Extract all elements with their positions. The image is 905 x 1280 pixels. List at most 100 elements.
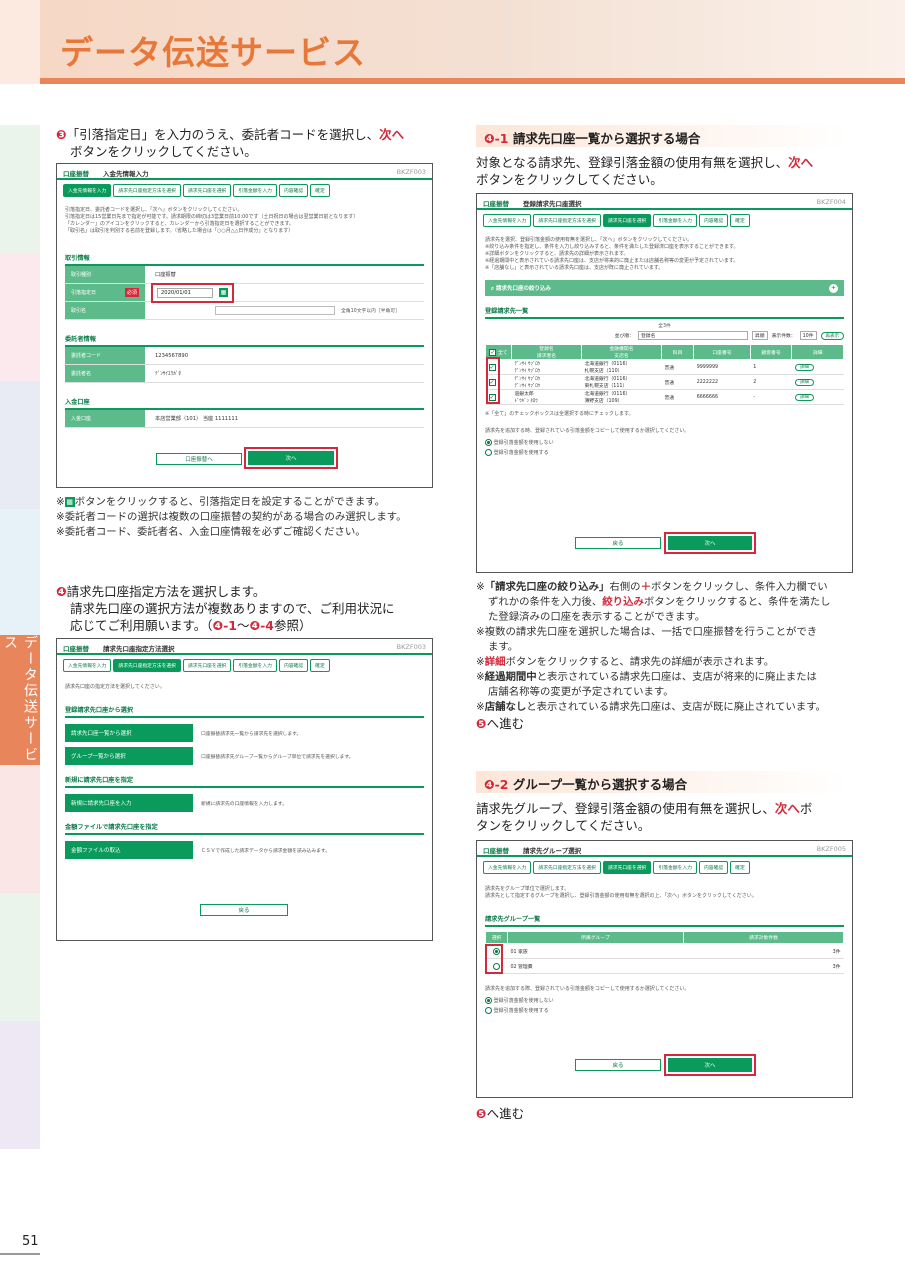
side-tab-4: [0, 509, 40, 635]
next-button[interactable]: 次へ: [668, 536, 752, 550]
radio-highlight: [485, 944, 503, 974]
option-row: グループ一覧から選択 口座振替請求先グループ一覧からグループ単位で請求先を選択しま…: [65, 747, 424, 765]
order-select[interactable]: 昇順: [751, 331, 768, 340]
table-row: 01 家族 3件: [485, 943, 844, 959]
filter-bar[interactable]: ⌕ 請求先口座の絞り込み +: [485, 280, 844, 296]
next-button-highlight: 次へ: [664, 532, 756, 554]
header-accent-bar: [40, 78, 905, 84]
calendar-icon[interactable]: ▦: [219, 288, 228, 297]
radio-button[interactable]: [485, 997, 492, 1004]
shot1-intro: 引落指定日、委託者コードを選択し、「次へ」ボタンをクリックしてください。 引落指定…: [65, 207, 359, 234]
shot1-row-code: 委託者コード 1234567890: [65, 347, 424, 365]
page-title: データ伝送サービス: [60, 33, 366, 72]
shot4-list-heading: 請求先グループ一覧: [485, 914, 844, 927]
shot3-titlebar: 口座振替 登録請求先口座選択 BKZF004: [477, 194, 852, 210]
section-4-2-instruction: 請求先グループ、登録引落金額の使用有無を選択し、次へボ タンをクリックしてください…: [476, 801, 813, 833]
section-4-1-instruction: 対象となる請求先、登録引落金額の使用有無を選択し、次へ ボタンをクリックしてくださ…: [476, 155, 814, 187]
screenshot-group-selection: 口座振替 請求先グループ選択 BKZF005 入金先情報を入力 請求先口座指定方法を選…: [476, 840, 853, 1098]
shot2-heading-file: 金額ファイルで請求先口座を指定: [65, 822, 424, 835]
select-from-account-list-button[interactable]: 請求先口座一覧から選択: [65, 724, 193, 742]
next-keyword: 次へ: [379, 127, 405, 142]
select-from-group-list-button[interactable]: グループ一覧から選択: [65, 747, 193, 765]
new-account-input-button[interactable]: 新規に請求先口座を入力: [65, 794, 193, 812]
section-4-1-notes: ※「請求先口座の絞り込み」右側の＋ボタンをクリックし、条件入力欄でい ずれかの条…: [476, 581, 831, 713]
side-tab-6: [0, 765, 40, 893]
back-button[interactable]: 戻る: [575, 1059, 661, 1071]
expand-plus-icon[interactable]: +: [829, 283, 838, 293]
search-icon: ⌕ 請求先口座の絞り込み: [491, 285, 552, 292]
shot2-intro: 請求先口座の指定方法を選択してください。: [65, 684, 165, 690]
page-number: 51: [22, 1234, 39, 1249]
section-4-1-heading: ❹-1 請求先口座一覧から選択する場合: [476, 125, 851, 147]
shot2-progress: 入金先情報を入力 請求先口座指定方法を選択 請求先口座を選択 引落金額を入力 内容確認確…: [57, 655, 432, 676]
option-row: 新規に請求先口座を入力 新規に請求先の口座情報を入力します。: [65, 794, 424, 812]
goto-step5-a: ❺へ進む: [476, 716, 525, 731]
shot1-progress: 入金先情報を入力 請求先口座指定方法を選択 請求先口座を選択 引落金額を入力 内容確認確…: [57, 180, 432, 201]
date-input[interactable]: 2020/01/01: [157, 287, 213, 298]
next-button-highlight: 次へ: [664, 1054, 756, 1076]
shot2-heading-new: 新規に請求先口座を指定: [65, 775, 424, 788]
shot1-row-type: 取引種別 口座振替: [65, 266, 424, 284]
shot4-intro: 請求先をグループ単位で選択します。 請求先として指定するグループを選択し、登録引落…: [485, 886, 757, 899]
side-tab-3: [0, 381, 40, 509]
radio-no-use[interactable]: 登録引落金額を使用しない: [477, 439, 852, 447]
radio-use[interactable]: 登録引落金額を使用する: [477, 1007, 852, 1015]
section-4-2-heading: ❹-2 グループ一覧から選択する場合: [476, 771, 851, 793]
import-amount-file-button[interactable]: 金額ファイルの取込: [65, 841, 193, 859]
copy-amount-question: 請求先を追加する時、登録されている引落金額をコピーして使用するか選択してください…: [485, 428, 690, 434]
shot1-titlebar: 口座振替 入金先情報入力 BKZF003: [57, 164, 432, 180]
shot3-list-heading: 登録請求先一覧: [485, 306, 844, 319]
step3-number: ❸: [56, 127, 67, 142]
select-all-checkbox[interactable]: ✓: [489, 348, 497, 356]
radio-button[interactable]: [485, 439, 492, 446]
shot1-section-deposit: 入金口座: [65, 397, 424, 410]
back-button[interactable]: 戻る: [200, 904, 288, 916]
header-corner: [0, 0, 40, 84]
shot4-progress: 入金先情報を入力 請求先口座指定方法を選択 請求先口座を選択 引落金額を入力 内容確認確…: [477, 857, 852, 878]
per-page-select[interactable]: 10件: [799, 331, 817, 340]
detail-button[interactable]: 詳細: [794, 379, 814, 386]
radio-no-use[interactable]: 登録引落金額を使用しない: [477, 997, 852, 1005]
back-button[interactable]: 戻る: [575, 537, 661, 549]
checkbox-highlight: [486, 357, 500, 404]
page-number-rule: [0, 1253, 40, 1255]
shot2-titlebar: 口座振替 請求先口座指定方法選択 BKZF003: [57, 639, 432, 655]
shot1-row-name: 取引名 全角10文字以内［半角可］: [65, 302, 424, 320]
shot3-intro: 請求先を選択、登録引落金額の使用有無を選択し、「次へ」ボタンをクリックしてくださ…: [485, 237, 739, 271]
radio-button[interactable]: [485, 1007, 492, 1014]
copy-amount-question: 請求先を追加する際、登録されている引落金額をコピーして使用するか選択してください…: [485, 986, 690, 992]
detail-button[interactable]: 詳細: [794, 364, 814, 371]
shot3-progress: 入金先情報を入力 請求先口座指定方法を選択 請求先口座を選択 引落金額を入力 内容確認確…: [477, 210, 852, 231]
shot1-row-date: 引落指定日 必須 2020/01/01 ▦: [65, 282, 424, 303]
shot2-heading-registered: 登録請求先口座から選択: [65, 705, 424, 718]
shot1-row-deposit: 入金口座 本店営業部（101） 当座 1111111: [65, 410, 424, 428]
step3-instruction: ❸「引落指定日」を入力のうえ、委託者コードを選択し、次へ ボタンをクリックしてく…: [56, 127, 405, 159]
step3-notes: ※ ▦ ボタンをクリックすると、引落指定日を設定することができます。 ※委託者コード…: [56, 496, 407, 538]
sidebar-section-label: データ伝送サービス: [0, 635, 40, 765]
radio-button[interactable]: [485, 449, 492, 456]
side-tab-7: [0, 893, 40, 1021]
next-button-highlight: 次へ: [244, 447, 338, 469]
back-to-transfer-button[interactable]: 口座振替へ: [156, 453, 242, 465]
option-row: 金額ファイルの取込 ＣＳＶで作成した請求データから請求金額を読み込みます。: [65, 841, 424, 859]
account-table-wrap: ✓ 全て 登録名 請求者名 金融機関名 支店名 科目 口座番号 顧客番号 詳細 ✓ ﾃﾞﾝｻｲ…: [485, 344, 844, 405]
table-row: ✓ ﾃﾞﾝｻｲ ｻﾌﾞﾛｳ ﾃﾞﾝｻｲ ｻﾌﾞﾛｳ 北海道銀行（0116） 札幌支店（1…: [485, 359, 844, 375]
table-row: 02 管理費 3件: [485, 958, 844, 974]
side-tab-1: [0, 125, 40, 253]
radio-use[interactable]: 登録引落金額を使用する: [477, 449, 852, 457]
group-table: 選択 所属グループ 請求対象件数 01 家族 3件 02 管理費 3件: [485, 931, 844, 974]
next-button[interactable]: 次へ: [668, 1058, 752, 1072]
option-row: 請求先口座一覧から選択 口座振替請求先一覧から請求先を選択します。: [65, 724, 424, 742]
next-button[interactable]: 次へ: [248, 451, 334, 465]
screenshot-payee-info-input: 口座振替 入金先情報入力 BKZF003 入金先情報を入力 請求先口座指定方法を選択請…: [56, 163, 433, 488]
table-row: ✓ 道銀太郎 ﾄﾞｳｷﾞﾝ ﾀﾛｳ 北海道銀行（0116） 薄野支店（109） 普通 666…: [485, 389, 844, 405]
side-tab-2: [0, 253, 40, 381]
detail-button[interactable]: 詳細: [794, 394, 814, 401]
calendar-icon: ▦: [64, 497, 75, 507]
shot1-section-transaction: 取引情報: [65, 253, 424, 266]
redisplay-button[interactable]: 再表示: [820, 331, 844, 340]
screenshot-registered-account-selection: 口座振替 登録請求先口座選択 BKZF004 入金先情報を入力 請求先口座指定方法を選…: [476, 193, 853, 573]
transaction-name-input[interactable]: [215, 306, 335, 315]
sort-select[interactable]: 登録名: [637, 331, 748, 340]
shot4-titlebar: 口座振替 請求先グループ選択 BKZF005: [477, 841, 852, 857]
